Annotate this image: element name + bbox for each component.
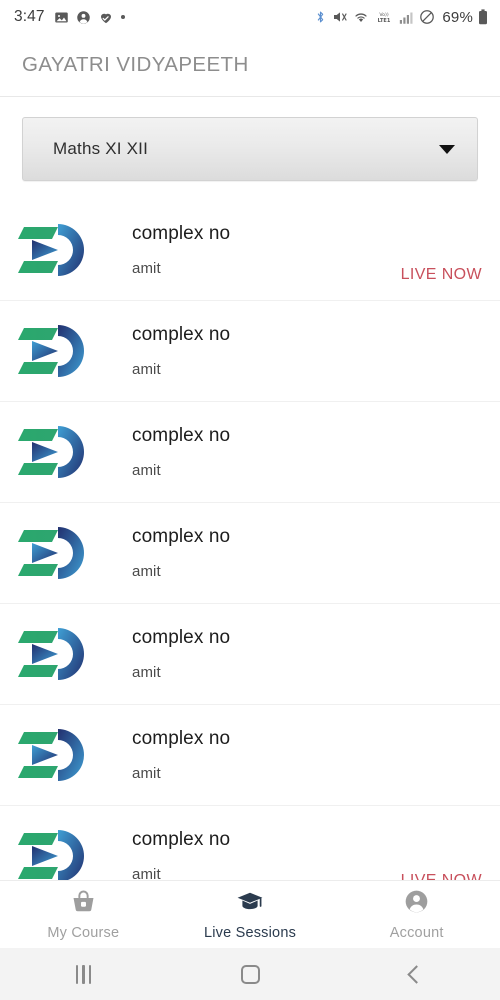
course-logo-icon <box>18 725 94 785</box>
session-instructor: amit <box>132 663 161 681</box>
battery-icon <box>478 9 488 25</box>
nav-label-live-sessions: Live Sessions <box>203 924 297 941</box>
session-instructor: amit <box>132 360 161 378</box>
course-selector-wrapper: Maths XI XII <box>0 97 500 181</box>
course-logo-icon <box>18 624 94 684</box>
session-title: complex no <box>132 223 231 245</box>
basket-icon <box>70 889 97 919</box>
status-bar-left: 3:47 <box>14 8 125 26</box>
session-instructor: amit <box>132 461 161 479</box>
home-icon <box>240 964 260 984</box>
course-logo-icon <box>18 523 94 583</box>
nav-label-account: Account <box>389 924 444 941</box>
recents-button[interactable] <box>0 964 167 984</box>
session-title: complex no <box>132 728 231 750</box>
graduation-cap-icon <box>236 889 264 919</box>
back-button[interactable] <box>333 964 500 984</box>
session-list-item[interactable]: complex noamitLIVE NOW <box>0 503 500 604</box>
nav-item-live-sessions[interactable]: Live Sessions <box>167 881 334 948</box>
session-instructor: amit <box>132 259 161 277</box>
session-text-block: complex no amit <box>116 425 401 479</box>
session-text-block: complex no amit <box>116 324 401 378</box>
photo-icon <box>54 10 69 25</box>
nav-item-account[interactable]: Account <box>333 881 500 948</box>
session-text-block: complex no amit <box>116 627 401 681</box>
session-instructor: amit <box>132 764 161 782</box>
nav-item-my-course[interactable]: My Course <box>0 881 167 948</box>
person-icon <box>403 889 430 919</box>
session-text-block: complex no amit <box>116 223 401 277</box>
course-selector-dropdown[interactable]: Maths XI XII <box>22 117 478 181</box>
back-icon <box>407 964 426 984</box>
contact-icon <box>76 10 91 25</box>
status-bar: 3:47 Vo)) LTE1 69% <box>0 0 500 34</box>
bluetooth-icon <box>314 9 327 25</box>
course-selector-value: Maths XI XII <box>53 139 148 158</box>
session-text-block: complex no amit <box>116 728 401 782</box>
health-heart-icon <box>98 10 114 25</box>
wifi-icon <box>353 10 369 24</box>
session-list-item[interactable]: complex no amit LIVE NOW <box>0 200 500 301</box>
recents-icon <box>75 964 92 984</box>
status-clock: 3:47 <box>14 8 45 25</box>
session-text-block: complex no amit <box>116 526 401 580</box>
svg-text:Vo)): Vo)) <box>380 12 390 18</box>
volte-icon: Vo)) LTE1 <box>374 9 394 25</box>
course-logo-icon <box>18 826 94 886</box>
mute-icon <box>332 9 348 25</box>
battery-percent-label: 69% <box>442 8 473 26</box>
signal-bars-icon <box>399 10 414 25</box>
session-list-item[interactable]: complex noamitLIVE NOW <box>0 402 500 503</box>
session-list-item[interactable]: complex noamitLIVE NOW <box>0 604 500 705</box>
page-title: GAYATRI VIDYAPEETH <box>22 53 249 76</box>
course-logo-icon <box>18 321 94 381</box>
session-instructor: amit <box>132 562 161 580</box>
system-navigation-bar <box>0 948 500 1000</box>
app-header: GAYATRI VIDYAPEETH <box>0 34 500 97</box>
dot-indicator-icon <box>120 15 125 19</box>
session-title: complex no <box>132 526 231 548</box>
session-text-block: complex no amit <box>116 829 401 882</box>
nav-label-my-course: My Course <box>47 924 120 941</box>
session-title: complex no <box>132 425 231 447</box>
session-title: complex no <box>132 829 231 851</box>
svg-text:LTE1: LTE1 <box>378 18 391 24</box>
bottom-navigation: My Course Live Sessions Account <box>0 880 500 948</box>
chevron-down-icon <box>439 144 455 154</box>
do-not-disturb-icon <box>419 9 435 25</box>
course-logo-icon <box>18 220 94 280</box>
course-logo-icon <box>18 422 94 482</box>
home-button[interactable] <box>167 964 334 984</box>
session-list-item[interactable]: complex noamitLIVE NOW <box>0 301 500 402</box>
session-title: complex no <box>132 627 231 649</box>
live-sessions-list[interactable]: complex noamitLIVE NOWcomplex noamitLIVE… <box>0 200 500 932</box>
session-list-item[interactable]: complex noamitLIVE NOW <box>0 705 500 806</box>
session-title: complex no <box>132 324 231 346</box>
status-bar-right: Vo)) LTE1 69% <box>314 9 488 26</box>
live-now-badge: LIVE NOW <box>400 266 482 283</box>
